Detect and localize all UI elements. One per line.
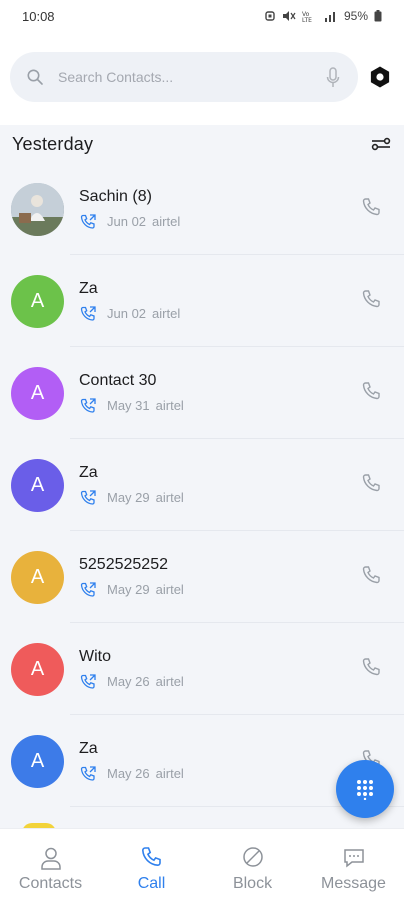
call-back-phone-icon[interactable] [360, 196, 384, 220]
nav-call[interactable]: Call [101, 829, 202, 900]
call-row[interactable]: Sachin (8) Jun 02 airtel [0, 163, 404, 255]
person-icon [40, 847, 61, 870]
search-row [10, 50, 394, 104]
contact-name: Sachin (8) [79, 187, 152, 205]
call-carrier: airtel [152, 306, 181, 321]
contact-name: Wito [79, 647, 111, 665]
outgoing-call-icon [80, 489, 96, 505]
call-row[interactable]: A Za May 29 airtel [0, 439, 404, 531]
call-back-phone-icon[interactable] [360, 564, 384, 588]
search-input[interactable] [58, 69, 298, 85]
contact-name: Za [79, 739, 98, 757]
call-back-phone-icon[interactable] [360, 380, 384, 404]
contact-letter-avatar: A [11, 642, 64, 696]
contact-letter-avatar: A [11, 550, 64, 604]
call-carrier: airtel [155, 398, 184, 413]
nav-label: Call [137, 875, 166, 892]
outgoing-call-icon [80, 397, 96, 413]
search-icon [27, 69, 43, 85]
contact-name: Za [79, 463, 98, 481]
alarm-icon [265, 11, 275, 21]
call-log-list[interactable]: Yesterday Sachin (8) Jun 02 airtel A Za [0, 125, 404, 828]
contact-name: Za [79, 279, 98, 297]
call-carrier: airtel [155, 490, 184, 505]
contact-name: Contact 30 [79, 371, 157, 389]
status-icons: Vo LTE 95% [264, 9, 382, 23]
call-date: May 26 [107, 674, 150, 689]
call-date: Jun 02 [107, 214, 147, 229]
battery-icon [374, 10, 382, 22]
status-time: 10:08 [22, 8, 55, 24]
call-date: May 29 [107, 582, 150, 597]
status-bar: 10:08 Vo LTE 95% [0, 0, 404, 32]
wifi-calling-icon: VoLTE [302, 11, 312, 22]
outgoing-call-icon [80, 213, 96, 229]
filter-icon[interactable] [370, 133, 392, 155]
contact-letter-avatar: A [11, 274, 64, 328]
svg-text:LTE: LTE [302, 17, 312, 22]
call-date: May 29 [107, 490, 150, 505]
outgoing-call-icon [80, 305, 96, 321]
person-photo-icon [11, 182, 64, 236]
section-header: Yesterday [0, 125, 404, 163]
call-carrier: airtel [155, 674, 184, 689]
phone-icon [141, 847, 161, 867]
call-rows: Sachin (8) Jun 02 airtel A Za Jun 02 air… [0, 163, 404, 807]
call-row[interactable]: A 5252525252 May 29 airtel [0, 531, 404, 623]
bottom-nav: Contacts Call Block Message [0, 828, 404, 900]
call-date: May 26 [107, 766, 150, 781]
settings-gear-icon[interactable] [368, 65, 392, 89]
contact-letter-avatar: A [11, 366, 64, 420]
call-date: Jun 02 [107, 306, 147, 321]
nav-block[interactable]: Block [202, 829, 303, 900]
dialpad-button[interactable] [336, 760, 394, 818]
signal-icon [324, 12, 335, 22]
call-carrier: airtel [155, 766, 184, 781]
nav-label: Block [232, 875, 273, 892]
outgoing-call-icon [80, 765, 96, 781]
mute-icon [282, 11, 296, 21]
call-date: May 31 [107, 398, 150, 413]
mic-icon[interactable] [326, 67, 340, 89]
message-icon [343, 849, 364, 868]
nav-label: Message [321, 875, 386, 892]
contact-name: 5252525252 [79, 555, 168, 573]
call-carrier: airtel [152, 214, 181, 229]
nav-label: Contacts [18, 875, 83, 892]
search-box[interactable] [10, 52, 358, 102]
call-row[interactable]: A Za Jun 02 airtel [0, 255, 404, 347]
call-row[interactable]: A Contact 30 May 31 airtel [0, 347, 404, 439]
call-back-phone-icon[interactable] [360, 288, 384, 312]
contact-letter-avatar: A [11, 734, 64, 788]
call-row[interactable]: A Wito May 26 airtel [0, 623, 404, 715]
call-back-phone-icon[interactable] [360, 472, 384, 496]
block-icon [242, 847, 263, 867]
outgoing-call-icon [80, 581, 96, 597]
nav-message[interactable]: Message [303, 829, 404, 900]
outgoing-call-icon [80, 673, 96, 689]
contact-photo-avatar [11, 182, 64, 236]
call-carrier: airtel [155, 582, 184, 597]
contact-letter-avatar: A [11, 458, 64, 512]
dialpad-icon [357, 780, 373, 800]
nav-contacts[interactable]: Contacts [0, 829, 101, 900]
section-title: Yesterday [12, 133, 94, 154]
battery-percent: 95% [343, 9, 368, 23]
call-back-phone-icon[interactable] [360, 656, 384, 680]
